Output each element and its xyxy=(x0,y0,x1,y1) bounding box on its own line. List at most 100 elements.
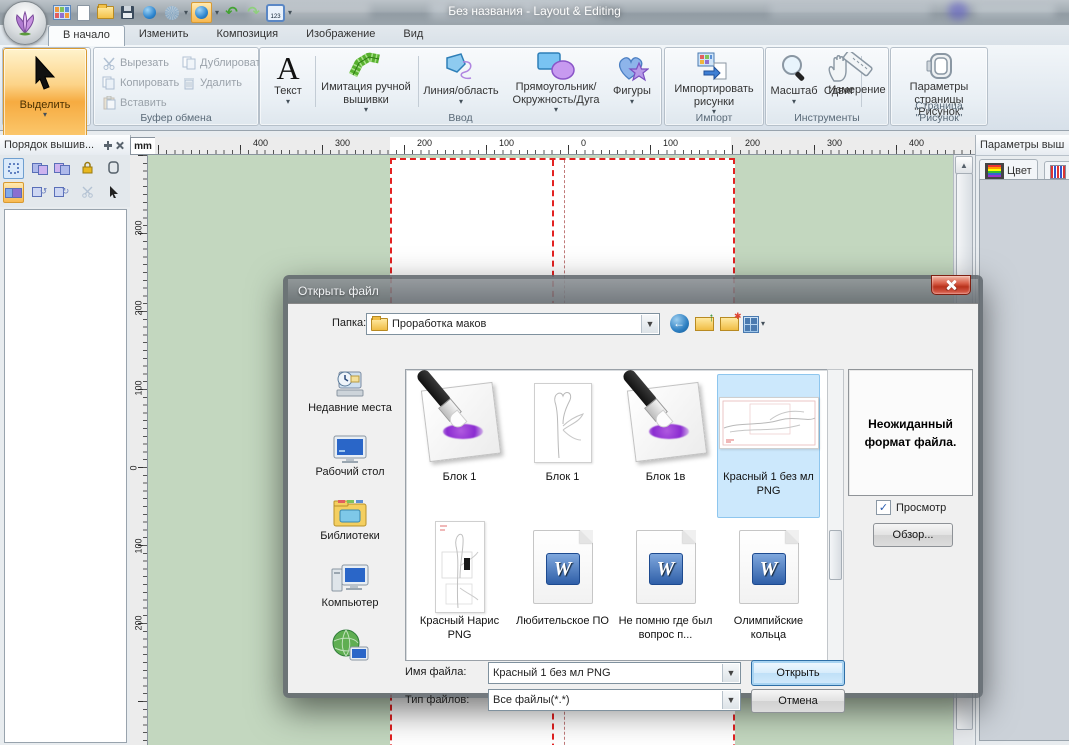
paste-button[interactable]: Вставить xyxy=(102,96,167,110)
select-tool-button[interactable]: Выделить xyxy=(3,48,87,138)
clipboard-icon xyxy=(102,96,116,110)
thread-spool-icon xyxy=(985,163,1004,179)
scroll-up-arrow[interactable]: ▲ xyxy=(955,156,973,174)
design-settings-icon[interactable] xyxy=(191,2,212,23)
cut-button[interactable]: Вырезать xyxy=(102,56,169,70)
pin-icon[interactable] xyxy=(102,139,114,151)
dropdown-caret-icon[interactable] xyxy=(215,9,219,17)
filetype-value: Все файлы(*.*) xyxy=(493,694,570,706)
hand-embroidery-icon xyxy=(349,51,383,81)
frame-icon[interactable] xyxy=(104,158,123,177)
folder-combobox[interactable]: Проработка маков ▼ xyxy=(366,313,660,335)
preview-checkbox-row[interactable]: ✓ Просмотр xyxy=(876,500,946,515)
tab-composition[interactable]: Композиция xyxy=(202,25,292,45)
file-item[interactable]: Блок 1 xyxy=(408,374,511,518)
close-icon[interactable] xyxy=(114,139,126,151)
fit-to-window-icon[interactable] xyxy=(3,158,24,179)
design-database-icon[interactable] xyxy=(162,3,181,22)
scrollbar-thumb[interactable] xyxy=(829,530,842,580)
cancel-button[interactable]: Отмена xyxy=(751,689,845,713)
rotate-forward-icon[interactable]: ↺ xyxy=(30,182,49,201)
tab-sewing-attributes[interactable]: Па xyxy=(1044,161,1069,181)
place-network[interactable] xyxy=(330,627,370,665)
sewing-order-toolbar: ↺ ↻ xyxy=(0,155,130,207)
tab-image[interactable]: Изображение xyxy=(292,25,389,45)
ribbon-group-label-page: Страница "Рисунок" xyxy=(891,100,987,124)
move-forward-icon[interactable] xyxy=(30,158,49,177)
checkbox-checked-icon[interactable]: ✓ xyxy=(876,500,891,515)
text-tool-button[interactable]: A Текст xyxy=(266,51,310,109)
libraries-icon xyxy=(330,496,370,530)
application-menu-button[interactable] xyxy=(3,1,47,45)
ruler-label: 400 xyxy=(909,138,924,148)
move-backward-icon[interactable] xyxy=(52,158,71,177)
view-menu-button[interactable] xyxy=(743,313,765,335)
ruler-label: 200 xyxy=(134,300,144,315)
shapes-tool-button[interactable]: Фигуры xyxy=(608,51,656,109)
tab-home[interactable]: В начало xyxy=(48,25,125,46)
tab-edit[interactable]: Изменить xyxy=(125,25,203,45)
redo-icon[interactable]: ↷ xyxy=(244,3,263,22)
design-property-123-icon[interactable]: 123 xyxy=(266,3,285,22)
dropdown-caret-icon[interactable] xyxy=(184,9,188,17)
sewing-attributes-content xyxy=(979,179,1069,741)
table-icon[interactable] xyxy=(52,3,71,22)
new-document-icon[interactable] xyxy=(74,3,93,22)
dialog-titlebar[interactable]: Открыть файл xyxy=(288,279,978,303)
dropdown-arrow-icon[interactable]: ▼ xyxy=(722,664,739,682)
back-arrow-icon: ← xyxy=(670,314,689,333)
place-recent[interactable]: Недавние места xyxy=(308,366,392,415)
toolbar-options-icon[interactable] xyxy=(288,9,292,17)
dropdown-arrow-icon[interactable]: ▼ xyxy=(722,691,739,709)
copy-button[interactable]: Копировать xyxy=(102,76,179,90)
measure-tool-button[interactable]: Измерение xyxy=(828,50,886,122)
ruler-label: 200 xyxy=(134,615,144,630)
file-list-scrollbar[interactable] xyxy=(827,369,844,661)
scissors-icon[interactable] xyxy=(78,182,97,201)
tab-view[interactable]: Вид xyxy=(389,25,437,45)
design-center-icon[interactable] xyxy=(140,3,159,22)
filetype-combobox[interactable]: Все файлы(*.*) ▼ xyxy=(488,689,741,711)
save-icon[interactable] xyxy=(118,3,137,22)
open-button[interactable]: Открыть xyxy=(751,660,845,686)
file-list[interactable]: Блок 1 Блок 1 Блок 1в xyxy=(405,369,829,661)
file-item[interactable]: Красный Нарис PNG xyxy=(408,518,511,661)
place-libraries[interactable]: Библиотеки xyxy=(320,496,380,543)
preview-checkbox-label: Просмотр xyxy=(896,502,946,514)
dropdown-arrow-icon[interactable]: ▼ xyxy=(641,315,658,333)
place-desktop[interactable]: Рабочий стол xyxy=(315,432,384,479)
filename-combobox[interactable]: Красный 1 без мл PNG ▼ xyxy=(488,662,741,684)
tab-color[interactable]: Цвет xyxy=(979,159,1038,181)
file-item[interactable]: W Не помню где был вопрос п... xyxy=(614,518,717,661)
ruler-label: 400 xyxy=(253,138,268,148)
lock-icon[interactable] xyxy=(78,158,97,177)
zoom-tool-button[interactable]: Масштаб xyxy=(769,51,819,109)
import-images-button[interactable]: Импортировать рисунки xyxy=(669,51,759,109)
duplicate-button[interactable]: Дублировать xyxy=(182,56,266,70)
rectangle-circle-arc-tool-button[interactable]: Прямоугольник/ Окружность/Дуга xyxy=(504,51,608,109)
preview-message: Неожиданный формат файла. xyxy=(849,415,972,451)
back-button[interactable]: ← xyxy=(668,312,690,334)
sewing-order-list[interactable] xyxy=(4,209,127,743)
delete-button[interactable]: Удалить xyxy=(182,76,242,90)
desktop-icon xyxy=(330,432,370,466)
rotate-backward-icon[interactable]: ↻ xyxy=(52,182,71,201)
file-item[interactable]: W Любительское ПО xyxy=(511,518,614,661)
up-one-level-button[interactable] xyxy=(693,313,715,335)
file-item-selected[interactable]: Красный 1 без мл PNG xyxy=(717,374,820,518)
browse-button[interactable]: Обзор... xyxy=(873,523,953,547)
color-sort-icon[interactable] xyxy=(3,182,24,203)
file-item[interactable]: Блок 1 xyxy=(511,374,614,518)
cursor-icon[interactable] xyxy=(104,182,123,201)
place-computer[interactable]: Компьютер xyxy=(322,561,379,610)
computer-icon xyxy=(330,561,370,597)
file-item[interactable]: W Олимпийские кольца xyxy=(717,518,820,661)
line-region-tool-button[interactable]: Линия/область xyxy=(422,51,500,109)
new-folder-button[interactable] xyxy=(718,313,740,335)
open-folder-icon[interactable] xyxy=(96,3,115,22)
dialog-close-button[interactable] xyxy=(931,275,971,295)
file-item[interactable]: Блок 1в xyxy=(614,374,717,518)
hand-stitch-tool-button[interactable]: Имитация ручной вышивки xyxy=(318,51,414,109)
ruler-label: 200 xyxy=(417,138,432,148)
undo-icon[interactable]: ↶ xyxy=(222,3,241,22)
